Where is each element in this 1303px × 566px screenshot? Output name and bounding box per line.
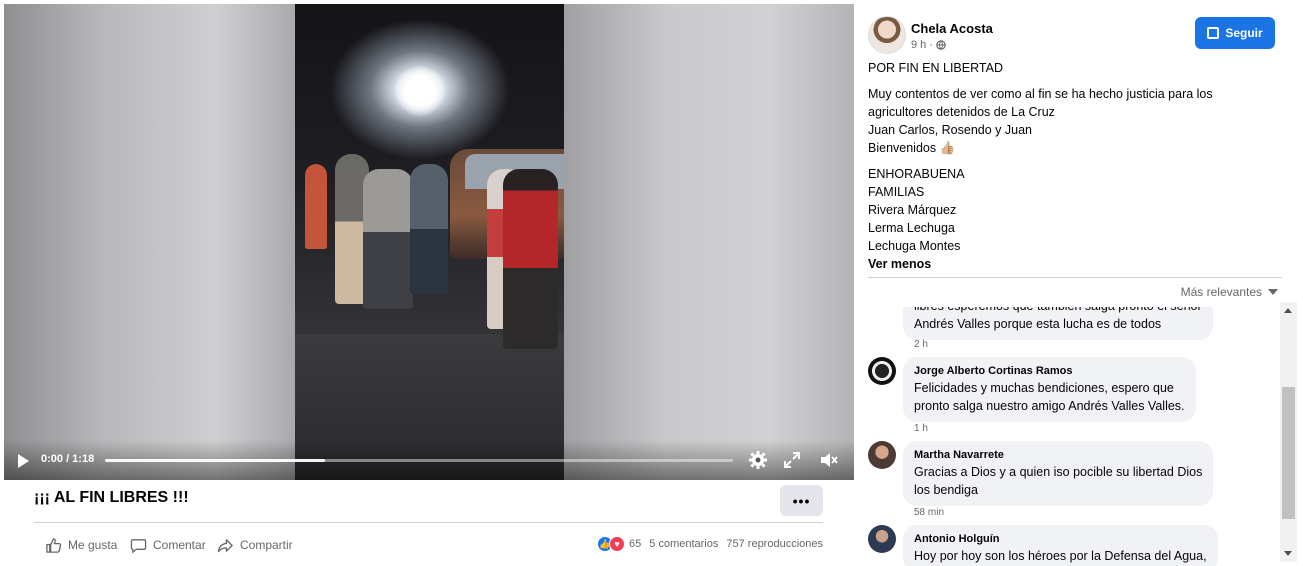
comment-text: Gracias a Dios y a quien iso pocible su … xyxy=(914,465,1203,479)
scroll-down-arrow-icon[interactable] xyxy=(1284,551,1292,556)
share-icon xyxy=(217,538,233,552)
comment-text: Andrés Valles porque esta lucha es de to… xyxy=(914,317,1162,331)
globe-icon xyxy=(936,40,946,50)
video-time: 0:00 / 1:18 xyxy=(41,453,95,465)
comment-bubble: Martha Navarrete Gracias a Dios y a quie… xyxy=(903,441,1214,506)
comment-button[interactable]: Comentar xyxy=(130,536,206,554)
caption-line: Bienvenidos 👍🏼 xyxy=(868,141,956,155)
share-label: Compartir xyxy=(240,538,293,552)
author-avatar[interactable] xyxy=(868,16,906,54)
follow-button[interactable]: Seguir xyxy=(1195,17,1275,49)
love-reaction-icon: ♥ xyxy=(609,536,626,552)
post-meta: 9 h · xyxy=(911,39,946,51)
caption-headline: POR FIN EN LIBERTAD xyxy=(868,61,1003,75)
more-options-button[interactable]: ••• xyxy=(780,485,823,516)
thumbs-up-icon xyxy=(46,537,62,553)
comment-time[interactable]: 1 h xyxy=(914,423,928,434)
comment-time[interactable]: 2 h xyxy=(914,339,928,350)
see-less-link[interactable]: Ver menos xyxy=(868,255,1278,273)
reactions[interactable]: 👍 ♥ 65 xyxy=(597,536,641,552)
comments-count[interactable]: 5 comentarios xyxy=(649,538,718,550)
views-count: 757 reproducciones xyxy=(726,538,823,550)
volume-muted-icon[interactable] xyxy=(819,450,839,470)
comment-sort-dropdown[interactable]: Más relevantes xyxy=(1181,285,1278,299)
sort-label: Más relevantes xyxy=(1180,285,1262,299)
commenter-name[interactable]: Martha Navarrete xyxy=(914,447,1202,463)
commenter-name[interactable]: Jorge Alberto Cortinas Ramos xyxy=(914,363,1185,379)
comment-text: los bendiga xyxy=(914,483,978,497)
comment-label: Comentar xyxy=(153,538,206,552)
follow-label: Seguir xyxy=(1225,26,1263,40)
like-label: Me gusta xyxy=(68,538,118,552)
post-stats: 👍 ♥ 65 5 comentarios 757 reproducciones xyxy=(597,536,823,552)
play-icon[interactable] xyxy=(18,454,29,468)
author-name[interactable]: Chela Acosta xyxy=(911,21,993,36)
caption-line: Muy contentos de ver como al fin se ha h… xyxy=(868,87,1213,101)
comment-bubble: libres esperemos que tambien salga pront… xyxy=(903,307,1213,340)
post-sidebar: Chela Acosta 9 h · Seguir POR FIN EN LIB… xyxy=(854,4,1299,566)
commenter-avatar[interactable] xyxy=(868,525,896,553)
person xyxy=(410,164,448,294)
post-title: ¡¡¡ AL FIN LIBRES !!! xyxy=(34,489,189,506)
commenter-name[interactable]: Antonio Holguín xyxy=(914,531,1207,547)
commenter-avatar[interactable] xyxy=(868,441,896,469)
comment-text: Felicidades y muchas bendiciones, espero… xyxy=(914,381,1174,395)
video-controls: 0:00 / 1:18 xyxy=(4,440,854,480)
caption-paragraph: Muy contentos de ver como al fin se ha h… xyxy=(868,85,1278,157)
scroll-up-arrow-icon[interactable] xyxy=(1284,308,1292,313)
share-button[interactable]: Compartir xyxy=(217,536,293,554)
comments-scrollbar[interactable] xyxy=(1280,302,1297,562)
person xyxy=(363,169,413,309)
caption-line: Rivera Márquez xyxy=(868,203,957,217)
person xyxy=(305,164,327,249)
caret-down-icon xyxy=(1268,289,1278,295)
buffered-fill xyxy=(105,459,325,462)
caption-line: Lerma Lechuga xyxy=(868,221,955,235)
comment-list: libres esperemos que tambien salga pront… xyxy=(854,307,1284,566)
divider xyxy=(868,277,1282,278)
scrollbar-thumb[interactable] xyxy=(1282,387,1295,519)
caption-line: agricultores detenidos de La Cruz xyxy=(868,105,1055,119)
follow-icon xyxy=(1207,27,1220,39)
post-caption: POR FIN EN LIBERTAD Muy contentos de ver… xyxy=(868,59,1278,273)
caption-line: FAMILIAS xyxy=(868,185,925,199)
comment-text: libres esperemos que tambien salga pront… xyxy=(914,307,1202,315)
caption-line: Lechuga Montes xyxy=(868,239,961,253)
comment-text: Hoy por hoy son los héroes por la Defens… xyxy=(914,549,1207,563)
caption-line: ENHORABUENA xyxy=(868,167,965,181)
video-scrubber[interactable] xyxy=(105,459,733,462)
comment-time[interactable]: 58 min xyxy=(914,507,944,518)
person xyxy=(503,169,558,349)
light-flare xyxy=(395,66,445,116)
like-button[interactable]: Me gusta xyxy=(45,536,117,554)
commenter-avatar[interactable] xyxy=(868,357,896,385)
post-time[interactable]: 9 h · xyxy=(911,39,933,51)
comment-icon xyxy=(130,538,147,553)
fullscreen-icon[interactable] xyxy=(782,450,802,470)
settings-icon[interactable] xyxy=(748,450,768,470)
comment-text: pronto salga nuestro amigo Andrés Valles… xyxy=(914,399,1185,413)
caption-paragraph: ENHORABUENA FAMILIAS Rivera Márquez Lerm… xyxy=(868,165,1278,255)
video-player[interactable]: 0:00 / 1:18 xyxy=(4,4,854,480)
comment-bubble: Antonio Holguín Hoy por hoy son los héro… xyxy=(903,525,1218,566)
video-frame xyxy=(295,4,564,480)
reactions-count: 65 xyxy=(629,538,642,550)
comment-bubble: Jorge Alberto Cortinas Ramos Felicidades… xyxy=(903,357,1196,422)
divider xyxy=(34,522,823,523)
caption-line: Juan Carlos, Rosendo y Juan xyxy=(868,123,1032,137)
